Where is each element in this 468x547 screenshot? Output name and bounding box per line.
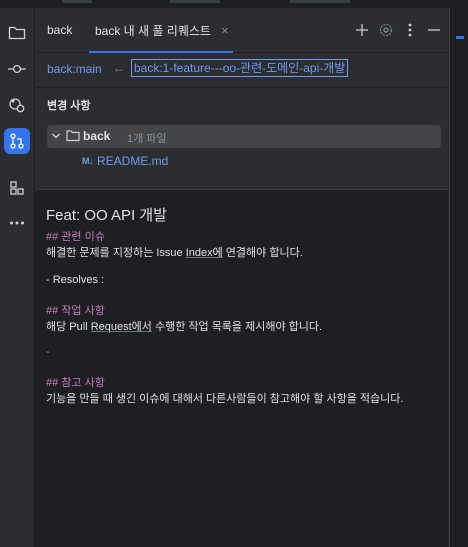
description-editor[interactable]: Feat: OO API 개발 ## 관련 이슈 해결한 문제를 지정하는 Is… [35,189,448,547]
text-segment: 해결한 문제를 지정하는 Issue [46,247,186,259]
heading-marker: ## [46,231,59,243]
text-segment: 수행한 작업 목록을 제시해야 합니다. [151,321,323,333]
heading-text: 관련 이슈 [58,231,105,243]
base-branch[interactable]: back:main [47,62,102,76]
close-icon[interactable]: × [221,23,229,38]
text-segment: 해당 Pull [46,321,91,333]
heading-related-issue: ## 관련 이슈 [46,228,105,244]
right-tool-strip [449,8,468,547]
folder-name: back [83,129,111,143]
commit-icon[interactable] [4,56,30,82]
text-segment: 연결해야 합니다. [222,247,303,259]
plus-icon[interactable] [353,21,371,39]
folder-icon[interactable] [4,20,30,46]
branch-compare-icon[interactable] [4,128,30,154]
tab-new-pull-request[interactable]: back 내 새 풀 리퀘스트 × [89,8,233,53]
heading-marker: ## [46,305,59,317]
title-bar-strip [0,0,468,8]
pr-title[interactable]: Feat: OO API 개발 [46,204,167,225]
head-branch[interactable]: back:1-feature---oo-관련-도메인-api-개발 [131,59,349,77]
title-bar-segment [290,0,350,3]
pull-request-panel: back back 내 새 풀 리퀘스트 × back:main ← back:… [35,8,448,547]
changes-title: 변경 사항 [47,100,91,112]
branch-selector: back:main ← back:1-feature---oo-관련-도메인-a… [35,53,448,88]
text-segment: Request에서 [90,321,152,333]
tool-window-sidebar [0,8,35,547]
heading-text: 작업 사항 [58,305,105,317]
list-dash: - [46,346,50,358]
file-name[interactable]: README.md [97,154,168,168]
more-icon[interactable] [4,210,30,236]
title-bar-segment [170,0,220,3]
heading-marker: ## [46,377,59,389]
minimize-icon[interactable] [425,21,443,39]
text-segment: Index에 [185,247,223,259]
paragraph-notes: 기능을 만들 때 생긴 이슈에 대해서 다른사람들이 참고해야 할 사항을 적습… [46,393,404,405]
changed-file-item[interactable]: M↓ README.md [82,152,168,170]
structure-icon[interactable] [4,175,30,201]
folder-icon [66,129,80,145]
chevron-down-icon[interactable] [50,129,62,146]
title-bar-segment [62,0,92,3]
settings-icon[interactable] [377,21,395,39]
heading-work-items: ## 작업 사항 [46,302,105,318]
markdown-icon: M↓ [82,156,94,166]
tab-label: back [47,23,73,37]
pull-requests-icon[interactable] [4,92,30,118]
tab-label: back 내 새 풀 리퀘스트 [95,23,211,38]
right-tab-marker [456,36,464,39]
tree-folder-row[interactable]: back 1개 파일 [47,125,441,148]
arrow-left-icon: ← [113,61,125,75]
heading-text: 참고 사항 [58,377,105,389]
heading-notes: ## 참고 사항 [46,374,105,390]
tab-bar: back back 내 새 풀 리퀘스트 × [35,8,448,53]
tab-back[interactable]: back [47,8,72,52]
paragraph-work-list: 해당 Pull Request에서 수행한 작업 목록을 제시해야 합니다. [46,318,322,334]
file-count: 1개 파일 [127,133,167,145]
more-vertical-icon[interactable] [401,21,419,39]
resolves-line: - Resolves : [46,274,105,286]
paragraph-issue-link: 해결한 문제를 지정하는 Issue Index에 연결해야 합니다. [46,244,303,260]
